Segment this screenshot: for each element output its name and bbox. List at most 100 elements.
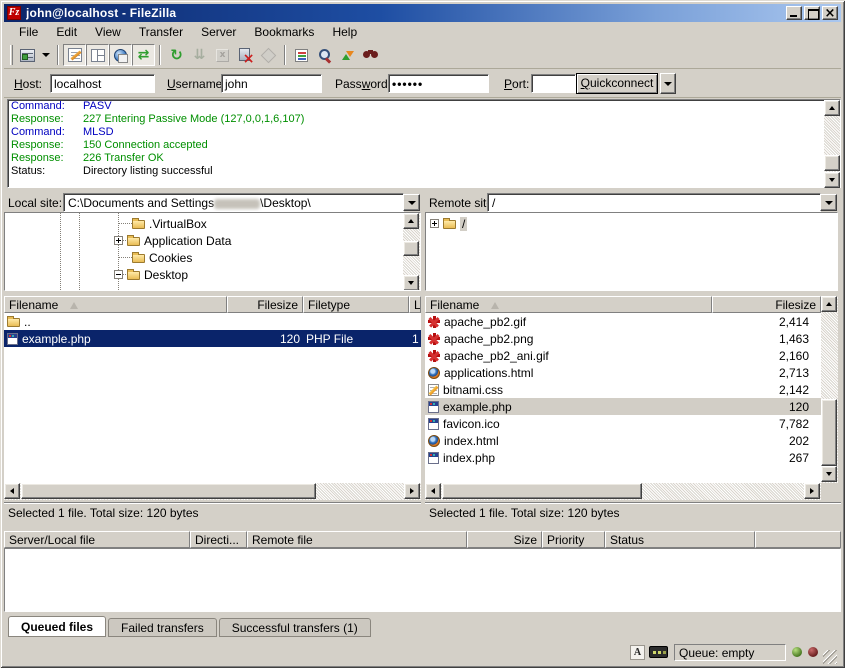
port-input[interactable] (531, 74, 576, 93)
file-search-button[interactable] (313, 44, 336, 66)
cancel-operation-button[interactable]: x (211, 44, 234, 66)
scrollbar-thumb[interactable] (403, 241, 419, 256)
scroll-right-button[interactable] (804, 483, 820, 499)
process-queue-button[interactable]: ⇊ (188, 44, 211, 66)
menu-help[interactable]: Help (323, 23, 366, 41)
quickconnect-button[interactable]: Quickconnect (576, 73, 658, 94)
minus-expander-icon[interactable] (114, 270, 123, 279)
file-row[interactable]: .. (4, 313, 421, 330)
column-filename[interactable]: Filename (425, 296, 712, 313)
scrollbar-thumb[interactable] (821, 399, 837, 466)
tab-queued-files[interactable]: Queued files (8, 616, 106, 637)
site-manager-dropdown-button[interactable] (39, 44, 53, 66)
toggle-remote-tree-button[interactable] (109, 44, 132, 66)
synchronized-browsing-button[interactable] (359, 44, 382, 66)
file-row[interactable]: apache_pb2_ani.gif 2,160 (425, 347, 821, 364)
file-row[interactable]: applications.html 2,713 (425, 364, 821, 381)
directory-comparison-button[interactable] (336, 44, 359, 66)
plus-expander-icon[interactable] (430, 219, 439, 228)
scroll-down-button[interactable] (403, 275, 419, 291)
menu-server[interactable]: Server (192, 23, 245, 41)
file-row[interactable]: bitnami.css 2,142 (425, 381, 821, 398)
tree-item-cookies[interactable]: Cookies (132, 249, 192, 266)
column-server-local-file[interactable]: Server/Local file (4, 531, 190, 548)
menu-view[interactable]: View (86, 23, 130, 41)
file-row-selected[interactable]: example.php 120 (425, 398, 821, 415)
local-tree[interactable]: .VirtualBox Application Data Cookies Des… (4, 212, 421, 291)
toggle-transfer-queue-button[interactable]: ⇄ (132, 44, 155, 66)
speed-limits-icon[interactable] (649, 646, 668, 658)
local-tree-scrollbar[interactable] (403, 213, 420, 291)
file-row[interactable]: index.php 267 (425, 449, 821, 466)
scroll-up-button[interactable] (821, 296, 837, 312)
menu-edit[interactable]: Edit (47, 23, 86, 41)
remote-file-list[interactable]: apache_pb2.gif 2,414 apache_pb2.png 1,46… (425, 313, 821, 483)
local-file-list[interactable]: .. example.php 120 PHP File 1 (4, 313, 421, 483)
local-site-combo[interactable]: C:\Documents and Settings\Desktop\ (63, 193, 404, 212)
refresh-button[interactable]: ↻ (165, 44, 188, 66)
tab-successful-transfers[interactable]: Successful transfers (1) (219, 618, 371, 637)
plus-expander-icon[interactable] (114, 236, 123, 245)
column-filesize[interactable]: Filesize (712, 296, 821, 313)
column-priority[interactable]: Priority (542, 531, 605, 548)
toggle-local-tree-button[interactable] (86, 44, 109, 66)
username-input[interactable]: john (221, 74, 322, 93)
file-row-selected[interactable]: example.php 120 PHP File 1 (4, 330, 421, 347)
scrollbar-thumb[interactable] (824, 155, 840, 171)
site-manager-button[interactable] (16, 44, 39, 66)
scroll-down-button[interactable] (821, 466, 837, 482)
resize-grip[interactable] (823, 650, 837, 664)
menu-bookmarks[interactable]: Bookmarks (245, 23, 323, 41)
tree-item-desktop[interactable]: Desktop (114, 266, 188, 283)
tab-failed-transfers[interactable]: Failed transfers (108, 618, 217, 637)
column-filesize[interactable]: Filesize (227, 296, 303, 313)
column-filetype[interactable]: Filetype (303, 296, 409, 313)
column-filename[interactable]: Filename (4, 296, 227, 313)
host-input[interactable]: localhost (50, 74, 155, 93)
disconnect-button[interactable] (234, 44, 257, 66)
column-status[interactable]: Status (605, 531, 755, 548)
column-direction[interactable]: Directi... (190, 531, 247, 548)
scrollbar-thumb[interactable] (442, 483, 642, 499)
scroll-left-button[interactable] (4, 483, 20, 499)
remote-site-combo[interactable]: / (487, 193, 821, 212)
remote-site-dropdown-button[interactable] (820, 194, 837, 211)
column-remote-file[interactable]: Remote file (247, 531, 467, 548)
ascii-indicator-icon[interactable]: A (630, 645, 645, 660)
local-list-hscrollbar[interactable] (4, 483, 421, 500)
file-row[interactable]: index.html 202 (425, 432, 821, 449)
transfer-queue-list[interactable] (4, 548, 841, 612)
password-input[interactable]: •••••• (388, 74, 489, 93)
column-last-modified[interactable]: L (409, 296, 421, 313)
remote-list-vscrollbar[interactable] (821, 296, 838, 483)
scrollbar-thumb[interactable] (21, 483, 316, 499)
file-row[interactable]: favicon.ico 7,782 (425, 415, 821, 432)
file-row[interactable]: apache_pb2.gif 2,414 (425, 313, 821, 330)
local-site-dropdown-button[interactable] (403, 194, 420, 211)
tree-item-application-data[interactable]: Application Data (114, 232, 231, 249)
menu-transfer[interactable]: Transfer (130, 23, 192, 41)
remote-tree[interactable]: / (425, 212, 838, 291)
remote-list-hscrollbar[interactable] (425, 483, 821, 500)
toolbar-gripper[interactable] (10, 45, 13, 65)
maximize-button[interactable] (804, 6, 820, 20)
log-scrollbar[interactable] (824, 100, 841, 188)
scroll-up-button[interactable] (403, 213, 419, 229)
scroll-left-button[interactable] (425, 483, 441, 499)
column-size[interactable]: Size (467, 531, 542, 548)
tree-item-root[interactable]: / (430, 215, 467, 232)
scroll-right-button[interactable] (404, 483, 420, 499)
reconnect-button[interactable] (257, 44, 280, 66)
scroll-up-button[interactable] (824, 100, 840, 116)
toggle-message-log-button[interactable] (63, 44, 86, 66)
tree-item-virtualbox[interactable]: .VirtualBox (132, 215, 207, 232)
minimize-button[interactable] (786, 6, 802, 20)
titlebar[interactable]: Fz john@localhost - FileZilla (4, 4, 841, 22)
message-log[interactable]: Command:PASV Response:227 Entering Passi… (7, 99, 841, 188)
quickconnect-dropdown-button[interactable] (660, 73, 676, 94)
file-row[interactable]: apache_pb2.png 1,463 (425, 330, 821, 347)
scroll-down-button[interactable] (824, 172, 840, 188)
close-button[interactable] (822, 6, 838, 20)
filter-button[interactable] (290, 44, 313, 66)
menu-file[interactable]: File (10, 23, 47, 41)
